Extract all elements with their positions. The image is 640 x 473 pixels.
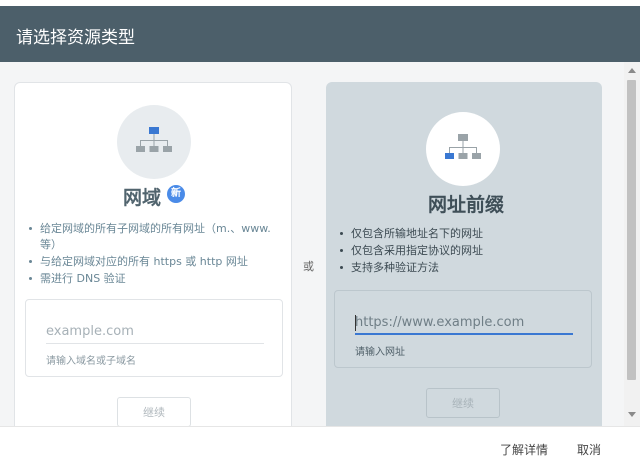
domain-icon-circle (117, 105, 191, 179)
domain-input-helper: 请输入域名或子域名 (46, 356, 136, 367)
prefix-input-helper: 请输入网址 (355, 347, 405, 358)
prefix-card-title: 网址前缀 (428, 194, 505, 216)
url-prefix-input[interactable] (355, 311, 573, 335)
prefix-features-list: 仅包含所输地址名下的网址 仅包含采用指定协议的网址 支持多种验证方法 (338, 226, 588, 277)
scrollbar-thumb[interactable] (627, 80, 636, 380)
list-item: 与给定网域对应的所有 https 或 http 网址 (27, 254, 277, 270)
list-item: 需进行 DNS 验证 (27, 271, 277, 287)
text-caret (355, 315, 356, 331)
list-item: 支持多种验证方法 (338, 260, 588, 276)
sitemap-icon (445, 134, 481, 159)
domain-continue-button[interactable]: 继续 (117, 397, 191, 426)
list-item: 仅包含采用指定协议的网址 (338, 243, 588, 259)
learn-more-button[interactable]: 了解详情 (500, 441, 548, 458)
scroll-up-arrow-icon[interactable] (628, 68, 636, 73)
dialog-content: 网域 新 给定网域的所有子网域的所有网址（m.、www. 等） 与给定网域对应的… (0, 62, 640, 426)
domain-input-box: 请输入域名或子域名 (25, 299, 283, 377)
url-prefix-card[interactable]: 网址前缀 仅包含所输地址名下的网址 仅包含采用指定协议的网址 支持多种验证方法 … (326, 82, 602, 426)
new-badge: 新 (167, 185, 185, 203)
or-divider-label: 或 (303, 260, 314, 273)
prefix-input-box: 请输入网址 (334, 290, 592, 368)
dialog-header: 请选择资源类型 (0, 6, 640, 62)
domain-features-list: 给定网域的所有子网域的所有网址（m.、www. 等） 与给定网域对应的所有 ht… (27, 221, 277, 288)
scroll-down-arrow-icon[interactable] (628, 412, 636, 417)
domain-card-title: 网域 (123, 187, 162, 209)
prefix-continue-button[interactable]: 继续 (426, 388, 500, 418)
domain-card[interactable]: 网域 新 给定网域的所有子网域的所有网址（m.、www. 等） 与给定网域对应的… (14, 82, 292, 426)
cancel-button[interactable]: 取消 (577, 441, 601, 458)
domain-input[interactable] (46, 320, 264, 344)
dialog-title: 请选择资源类型 (16, 28, 135, 48)
prefix-icon-circle (426, 112, 500, 186)
resource-type-dialog: 请选择资源类型 网域 新 给定网域的所有子网域的所有网址（m.、www. 等） … (0, 0, 640, 473)
content-scrollbar[interactable] (624, 62, 640, 426)
sitemap-icon (136, 127, 172, 152)
list-item: 给定网域的所有子网域的所有网址（m.、www. 等） (27, 221, 277, 253)
list-item: 仅包含所输地址名下的网址 (338, 226, 588, 242)
dialog-footer: 了解详情 取消 (0, 426, 640, 473)
